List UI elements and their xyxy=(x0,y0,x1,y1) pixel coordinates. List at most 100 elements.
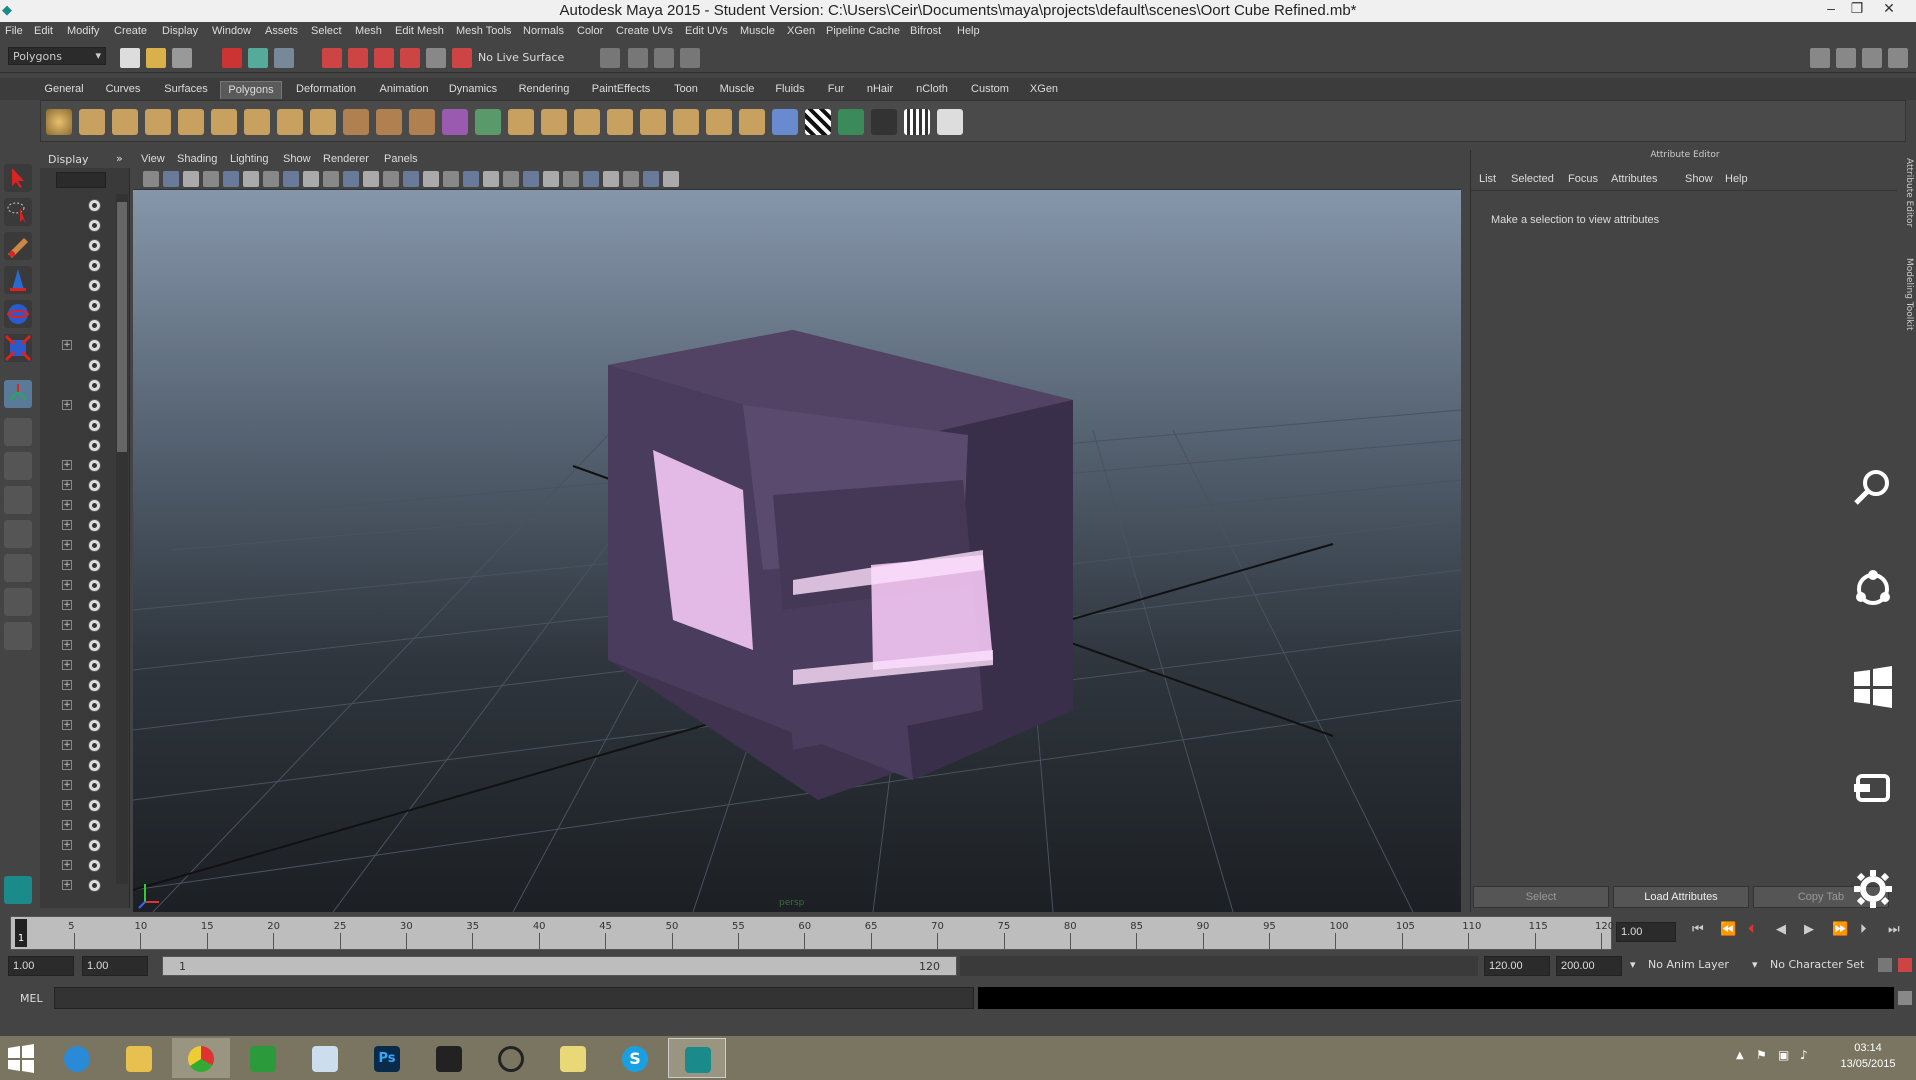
settings-charm-icon[interactable] xyxy=(1850,866,1896,912)
outliner-item[interactable] xyxy=(88,536,124,554)
lasso-tool-icon[interactable] xyxy=(4,198,32,226)
outliner-item[interactable] xyxy=(88,296,124,314)
taskbar-file-explorer[interactable] xyxy=(110,1038,168,1078)
make-live-icon[interactable] xyxy=(452,48,472,68)
isolate-select-icon[interactable] xyxy=(603,171,619,187)
current-time-field[interactable]: 1.00 xyxy=(1616,922,1676,942)
expand-node-icon[interactable]: + xyxy=(62,600,72,610)
auto-key-icon[interactable] xyxy=(1878,958,1892,972)
outliner-item[interactable] xyxy=(88,856,124,874)
outliner-item[interactable] xyxy=(88,516,124,534)
safe-action-icon[interactable] xyxy=(363,171,379,187)
grease-pencil-icon[interactable] xyxy=(243,171,259,187)
extract-icon[interactable] xyxy=(409,109,435,135)
save-scene-icon[interactable] xyxy=(172,48,192,68)
chevron-down-icon[interactable]: ▾ xyxy=(1752,958,1758,971)
multisample-aa-icon[interactable] xyxy=(563,171,579,187)
show-attribute-editor-icon[interactable] xyxy=(1836,48,1856,68)
show-channel-box-icon[interactable] xyxy=(1810,48,1830,68)
separate-icon[interactable] xyxy=(376,109,402,135)
outliner-item[interactable] xyxy=(88,796,124,814)
show-hidden-icons-icon[interactable]: ▲ xyxy=(1736,1050,1744,1061)
split-polygon-icon[interactable] xyxy=(640,109,666,135)
bookmark-icon[interactable] xyxy=(183,171,199,187)
uv-checker-map-icon[interactable] xyxy=(937,109,963,135)
playback-end-field[interactable]: 120.00 xyxy=(1484,956,1550,976)
outliner-item[interactable] xyxy=(88,196,124,214)
menu-select[interactable]: Select xyxy=(311,25,342,37)
taskbar-app-ring[interactable] xyxy=(482,1038,540,1078)
outliner-item[interactable] xyxy=(88,716,124,734)
poly-plane-icon[interactable] xyxy=(178,109,204,135)
playback-start-field[interactable]: 1.00 xyxy=(82,956,148,976)
viewport-menu-panels[interactable]: Panels xyxy=(384,153,418,165)
outliner-item[interactable] xyxy=(88,596,124,614)
snap-surface-icon[interactable] xyxy=(426,48,446,68)
step-back-frame-icon[interactable]: ⏴ xyxy=(1748,922,1755,937)
textured-icon[interactable] xyxy=(463,171,479,187)
attr-menu-help[interactable]: Help xyxy=(1725,173,1748,185)
outliner-item[interactable] xyxy=(88,416,124,434)
expand-node-icon[interactable]: + xyxy=(62,740,72,750)
2d-pan-zoom-icon[interactable] xyxy=(223,171,239,187)
persp-graph-layout-icon[interactable] xyxy=(4,520,32,548)
poly-pipe-icon[interactable] xyxy=(277,109,303,135)
poly-cube-icon[interactable] xyxy=(79,109,105,135)
expand-node-icon[interactable]: + xyxy=(62,800,72,810)
uv-editor-icon[interactable] xyxy=(838,109,864,135)
expand-node-icon[interactable]: + xyxy=(62,500,72,510)
checker-icon[interactable] xyxy=(805,109,831,135)
ambient-occlusion-icon[interactable] xyxy=(523,171,539,187)
expand-node-icon[interactable]: + xyxy=(62,620,72,630)
menu-edit-uvs[interactable]: Edit UVs xyxy=(685,25,728,37)
shelf-tab-xgen[interactable]: XGen xyxy=(1026,81,1062,99)
expand-node-icon[interactable]: + xyxy=(62,880,72,890)
outliner-item[interactable] xyxy=(88,556,124,574)
outliner-item[interactable] xyxy=(88,256,124,274)
render-settings-icon[interactable] xyxy=(680,48,700,68)
shelf-tab-fluids[interactable]: Fluids xyxy=(770,81,810,99)
outliner-item[interactable] xyxy=(88,816,124,834)
poly-cone-icon[interactable] xyxy=(145,109,171,135)
combine-icon[interactable] xyxy=(343,109,369,135)
viewport-menu-view[interactable]: View xyxy=(141,153,165,165)
menu-modify[interactable]: Modify xyxy=(67,25,99,37)
taskbar-chrome[interactable] xyxy=(172,1038,230,1078)
insert-edge-loop-icon[interactable] xyxy=(673,109,699,135)
menu-normals[interactable]: Normals xyxy=(523,25,564,37)
smooth-shade-icon[interactable] xyxy=(423,171,439,187)
shelf-tab-rendering[interactable]: Rendering xyxy=(514,81,574,99)
taskbar-movie-maker[interactable] xyxy=(420,1038,478,1078)
outliner-item[interactable] xyxy=(88,216,124,234)
expand-node-icon[interactable]: + xyxy=(62,340,72,350)
attr-menu-focus[interactable]: Focus xyxy=(1568,173,1598,185)
volume-icon[interactable]: ♪ xyxy=(1800,1048,1808,1062)
outliner-item[interactable] xyxy=(88,316,124,334)
outliner-item[interactable] xyxy=(88,836,124,854)
outliner-filter-field[interactable] xyxy=(56,172,106,188)
move-tool-icon[interactable] xyxy=(4,266,32,294)
input-output-icon[interactable] xyxy=(600,48,620,68)
go-to-end-icon[interactable]: ⏭ xyxy=(1888,922,1900,937)
outliner-item[interactable] xyxy=(88,736,124,754)
expand-node-icon[interactable]: + xyxy=(62,780,72,790)
expand-node-icon[interactable]: + xyxy=(62,760,72,770)
range-slider[interactable]: 1 120 xyxy=(162,956,957,976)
resolution-gate-icon[interactable] xyxy=(303,171,319,187)
share-charm-icon[interactable] xyxy=(1850,566,1896,612)
shelf-tab-surfaces[interactable]: Surfaces xyxy=(158,81,214,99)
ipr-render-icon[interactable] xyxy=(654,48,674,68)
menu-muscle[interactable]: Muscle xyxy=(740,25,775,37)
film-gate-icon[interactable] xyxy=(283,171,299,187)
shelf-tab-toon[interactable]: Toon xyxy=(668,81,704,99)
scale-tool-icon[interactable] xyxy=(4,334,32,362)
menu-create-uvs[interactable]: Create UVs xyxy=(616,25,673,37)
taskbar-folder[interactable] xyxy=(544,1038,602,1078)
expand-node-icon[interactable]: + xyxy=(62,480,72,490)
paint-select-tool-icon[interactable] xyxy=(4,232,32,260)
hypershade-layout-icon[interactable] xyxy=(4,554,32,582)
action-center-flag-icon[interactable]: ⚑ xyxy=(1756,1048,1767,1062)
outliner-item[interactable] xyxy=(88,756,124,774)
attr-menu-list[interactable]: List xyxy=(1479,173,1496,185)
show-modeling-toolkit-icon[interactable] xyxy=(1888,48,1908,68)
